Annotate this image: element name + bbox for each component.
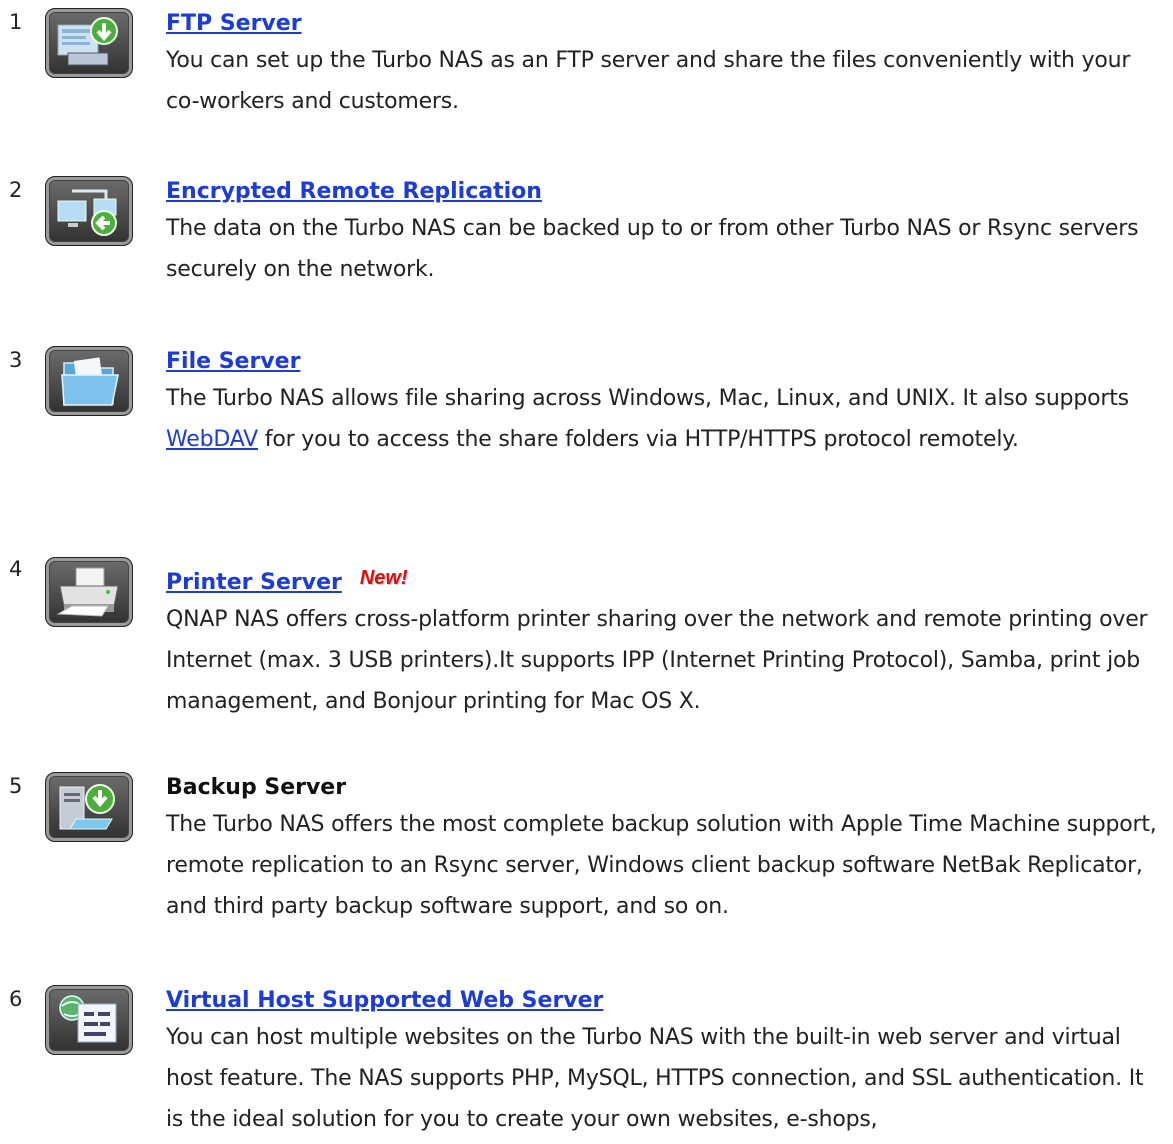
feature-description: The Turbo NAS offers the most complete b… (166, 812, 1157, 919)
printer-server-link[interactable]: Printer Server (166, 567, 342, 599)
virtual-host-web-server-link[interactable]: Virtual Host Supported Web Server (166, 985, 603, 1017)
feature-description: You can set up the Turbo NAS as an FTP s… (166, 48, 1131, 114)
backup-server-icon (45, 772, 133, 842)
description-text: for you to access the share folders via … (258, 427, 1019, 452)
new-badge: New! (359, 567, 408, 589)
printer-icon (45, 557, 133, 627)
feature-content: Backup Server The Turbo NAS offers the m… (166, 772, 1166, 927)
feature-number: 2 (9, 178, 23, 202)
feature-number: 5 (9, 774, 23, 798)
ftp-server-icon (45, 8, 133, 78)
encrypted-remote-replication-link[interactable]: Encrypted Remote Replication (166, 176, 542, 208)
description-text: The Turbo NAS allows file sharing across… (166, 386, 1129, 411)
webdav-link[interactable]: WebDAV (166, 427, 258, 452)
feature-content: Encrypted Remote Replication The data on… (166, 176, 1166, 290)
web-server-icon (45, 985, 133, 1055)
folder-icon (45, 346, 133, 416)
remote-replication-icon (45, 176, 133, 246)
feature-description: The data on the Turbo NAS can be backed … (166, 216, 1139, 282)
feature-number: 4 (9, 557, 23, 581)
feature-content: Printer Server New! QNAP NAS offers cross… (166, 567, 1166, 722)
ftp-server-link[interactable]: FTP Server (166, 8, 302, 40)
feature-description: You can host multiple websites on the Tu… (166, 1025, 1144, 1132)
feature-content: FTP Server You can set up the Turbo NAS … (166, 8, 1166, 122)
file-server-link[interactable]: File Server (166, 346, 300, 378)
backup-server-title: Backup Server (166, 775, 347, 800)
feature-content: Virtual Host Supported Web Server You ca… (166, 985, 1166, 1140)
feature-number: 6 (9, 987, 23, 1011)
feature-description: The Turbo NAS allows file sharing across… (166, 378, 1166, 460)
feature-description: QNAP NAS offers cross-platform printer s… (166, 607, 1148, 714)
feature-number: 3 (9, 348, 23, 372)
feature-content: File Server The Turbo NAS allows file sh… (166, 346, 1166, 460)
feature-number: 1 (9, 10, 23, 34)
